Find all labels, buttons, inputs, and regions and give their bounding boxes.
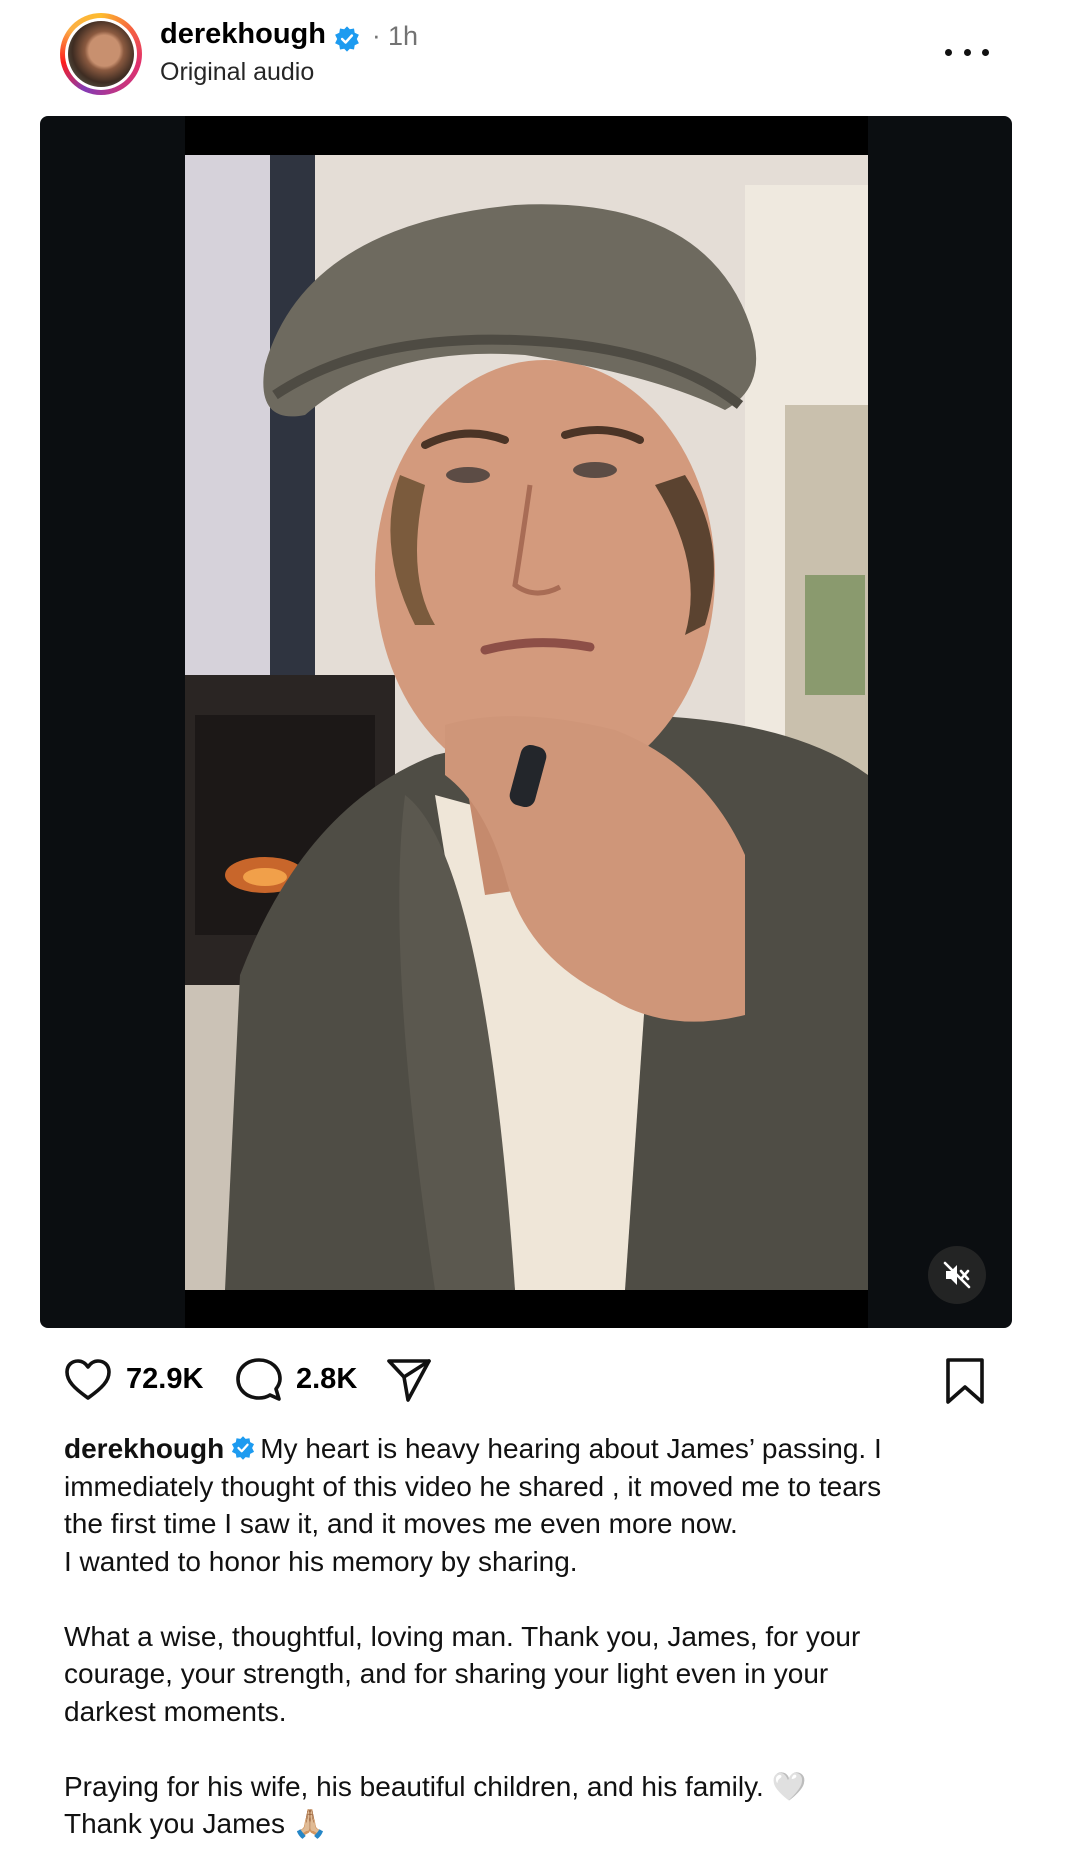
avatar[interactable] [60, 13, 142, 95]
video-frame[interactable] [185, 155, 868, 1290]
post-username[interactable]: derekhough [160, 18, 326, 51]
caption-line: I wanted to honor his memory by sharing. [64, 1545, 578, 1577]
video-letterbox-top [185, 116, 868, 155]
video-player[interactable] [40, 116, 1012, 1328]
like-count[interactable]: 72.9K [126, 1363, 203, 1396]
time-separator: · [372, 20, 381, 50]
caption-line: derekhough My heart is heavy hearing abo… [64, 1430, 994, 1468]
paper-plane-icon[interactable] [386, 1357, 432, 1403]
comment-bubble-icon[interactable] [236, 1357, 282, 1403]
muted-speaker-icon[interactable] [928, 1246, 986, 1304]
post-timestamp[interactable]: 1h [388, 21, 418, 52]
caption-line: darkest moments. [64, 1695, 287, 1727]
verified-badge-icon [335, 26, 359, 52]
video-letterbox-bottom [185, 1290, 868, 1328]
post-actions: 72.9K 2.8K [0, 1350, 1074, 1414]
more-options-icon[interactable] [945, 42, 989, 62]
caption-line: Praying for his wife, his beautiful chil… [64, 1770, 807, 1802]
caption-line: Thank you James 🙏🏼 [64, 1808, 328, 1839]
post-header: derekhough · 1h Original audio [0, 0, 1074, 110]
verified-badge-icon [232, 1436, 255, 1460]
video-still [185, 155, 868, 1290]
caption-text: My heart is heavy hearing about James’ p… [260, 1433, 882, 1464]
caption-line: the first time I saw it, and it moves me… [64, 1508, 738, 1539]
caption-line: immediately thought of this video he sha… [64, 1470, 882, 1502]
post-caption: derekhough My heart is heavy hearing abo… [64, 1430, 994, 1843]
avatar-photo [68, 21, 134, 87]
bookmark-icon[interactable] [944, 1357, 986, 1405]
audio-label[interactable]: Original audio [160, 58, 314, 87]
caption-line: What a wise, thoughtful, loving man. Tha… [64, 1620, 861, 1652]
heart-icon[interactable] [64, 1358, 112, 1402]
caption-line: courage, your strength, and for sharing … [64, 1658, 829, 1689]
comment-count[interactable]: 2.8K [296, 1363, 357, 1396]
caption-username[interactable]: derekhough [64, 1433, 224, 1464]
